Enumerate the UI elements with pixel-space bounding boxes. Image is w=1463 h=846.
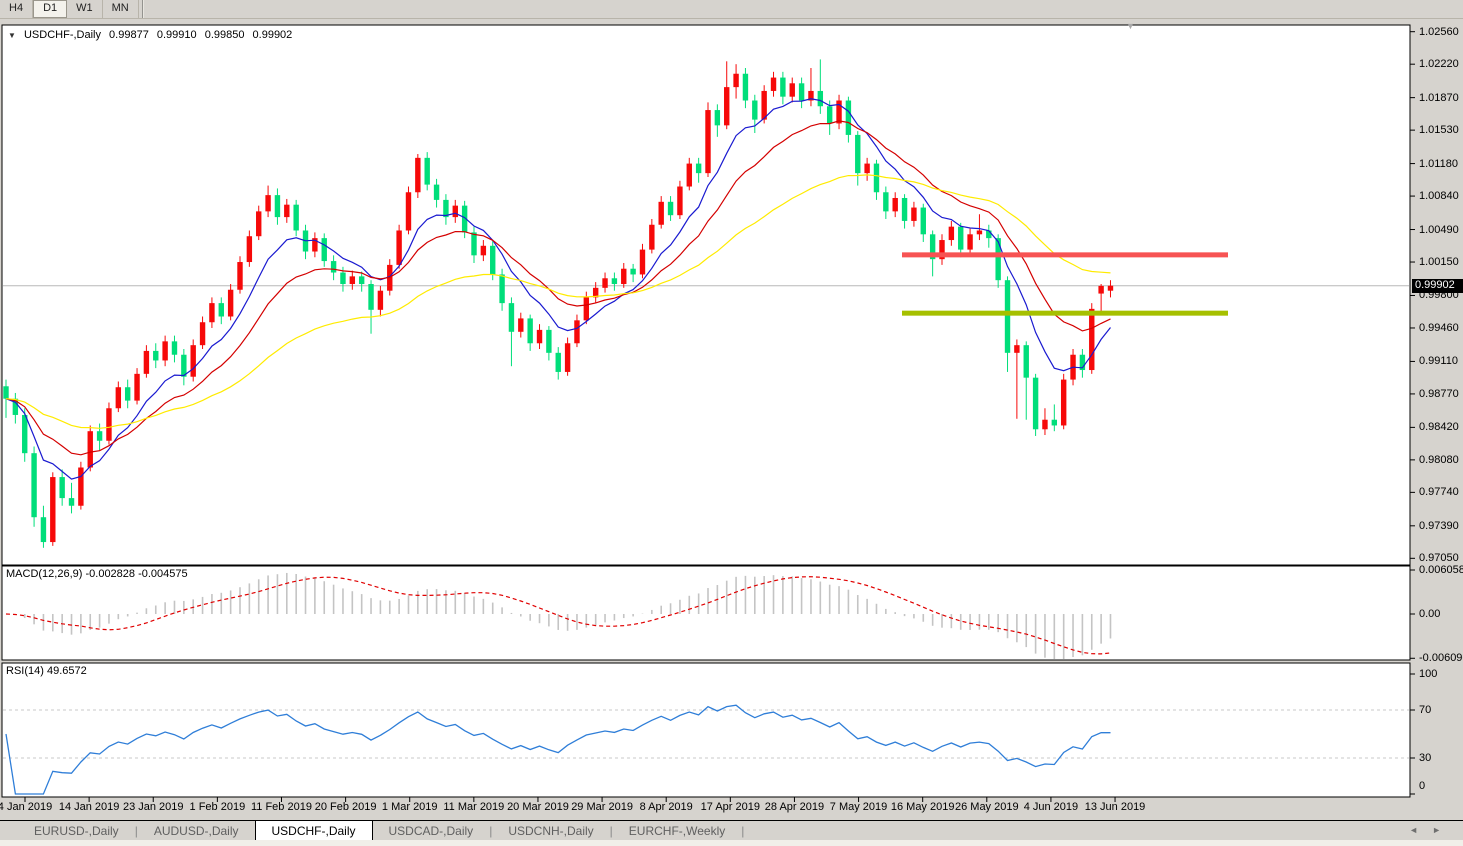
price-axis-label: 1.02560 <box>1419 26 1459 38</box>
price-axis-label: 1.02220 <box>1419 58 1459 70</box>
macd-signal-line <box>6 577 1111 654</box>
chart-tab-bar: EURUSD-,Daily | AUDUSD-,DailyUSDCHF-,Daily… <box>0 820 1463 841</box>
price-axis-label: 0.97740 <box>1419 486 1459 498</box>
chart-tab-usdcnh[interactable]: USDCNH-,Daily <box>492 821 609 841</box>
price-axis-label: 1.00840 <box>1419 190 1459 202</box>
price-axis-label: 0.98770 <box>1419 388 1459 400</box>
toolbar-divider <box>139 0 144 18</box>
macd-main-value: -0.002828 <box>85 568 135 580</box>
ma-fast <box>6 99 1111 479</box>
timeframe-toolbar: H4D1W1MN <box>0 0 1463 19</box>
chart-symbol-label: USDCHF-,Daily <box>24 29 101 41</box>
level-resistance <box>902 252 1228 257</box>
moving-averages <box>6 99 1111 479</box>
price-axis-label: 0.99460 <box>1419 322 1459 334</box>
candlesticks <box>3 59 1113 547</box>
indicator-axis-label: 70 <box>1419 704 1431 716</box>
chart-tab-eurusd[interactable]: EURUSD-,Daily <box>18 821 135 841</box>
price-axis-label: 0.97390 <box>1419 520 1459 532</box>
timeframe-button-h4[interactable]: H4 <box>0 0 33 18</box>
price-axis-label: 0.98080 <box>1419 454 1459 466</box>
ohlc-close: 0.99902 <box>253 29 293 41</box>
macd-panel <box>2 566 1410 660</box>
tab-scroll-buttons: ◄► <box>1409 825 1455 835</box>
rsi-series <box>3 705 1409 794</box>
indicator-axis-label: -0.006096 <box>1419 652 1463 664</box>
tab-scroll-left-icon[interactable]: ◄ <box>1409 825 1432 835</box>
ma-slow <box>6 175 1111 428</box>
timeframe-button-w1[interactable]: W1 <box>67 0 103 18</box>
price-axis-label: 1.01530 <box>1419 124 1459 136</box>
chart-tab-usdcad[interactable]: USDCAD-,Daily <box>373 821 490 841</box>
indicator-axis-label: 0 <box>1419 780 1425 792</box>
date-axis-label: 13 Jun 2019 <box>1077 801 1153 813</box>
indicator-axis-label: 100 <box>1419 668 1437 680</box>
chart-tab-audusd[interactable]: AUDUSD-,Daily <box>138 821 255 841</box>
rsi-panel <box>2 663 1410 797</box>
tab-separator: | <box>741 821 744 841</box>
rsi-value: 49.6572 <box>47 665 87 677</box>
timeframe-button-d1[interactable]: D1 <box>33 0 67 18</box>
ohlc-high: 0.99910 <box>157 29 197 41</box>
price-axis-label: 0.97050 <box>1419 552 1459 564</box>
macd-label: MACD(12,26,9) -0.002828 -0.004575 <box>6 568 188 580</box>
indicator-axis-label: 30 <box>1419 752 1431 764</box>
indicator-axis-label: 0.006058 <box>1419 564 1463 576</box>
price-axis-label: 1.01180 <box>1419 158 1458 170</box>
symbol-dropdown-icon[interactable]: ▼ <box>8 31 16 40</box>
chart-tab-usdchf[interactable]: USDCHF-,Daily <box>255 820 373 841</box>
price-axis-label: 1.00150 <box>1419 256 1459 268</box>
chart-tab-eurchf[interactable]: EURCHF-,Weekly <box>613 821 741 841</box>
chart-shift-marker-icon[interactable]: ▼ <box>1126 21 1135 31</box>
status-strip <box>0 840 1463 846</box>
macd-series <box>6 573 1111 661</box>
ohlc-open: 0.99877 <box>109 29 149 41</box>
current-price-box: 0.99902 <box>1412 279 1463 293</box>
price-axis-label: 0.99110 <box>1419 355 1458 367</box>
level-support <box>902 311 1228 316</box>
indicator-axis-label: 0.00 <box>1419 608 1440 620</box>
chart-canvas <box>0 0 1463 846</box>
ohlc-low: 0.99850 <box>205 29 245 41</box>
chart-header: ▼ USDCHF-,Daily 0.99877 0.99910 0.99850 … <box>8 29 297 42</box>
trading-terminal-window: H4D1W1MN ▼ USDCHF-,Daily 0.99877 0.99910… <box>0 0 1463 846</box>
timeframe-button-mn[interactable]: MN <box>103 0 139 18</box>
rsi-line <box>6 705 1111 794</box>
macd-signal-value: -0.004575 <box>138 568 188 580</box>
price-axis-label: 1.00490 <box>1419 224 1459 236</box>
rsi-label: RSI(14) 49.6572 <box>6 665 87 677</box>
tab-scroll-right-icon[interactable]: ► <box>1432 825 1455 835</box>
main-panel <box>2 25 1410 565</box>
ma-medium <box>6 121 1111 455</box>
price-axis-label: 0.98420 <box>1419 421 1459 433</box>
price-axis-label: 1.01870 <box>1419 92 1459 104</box>
